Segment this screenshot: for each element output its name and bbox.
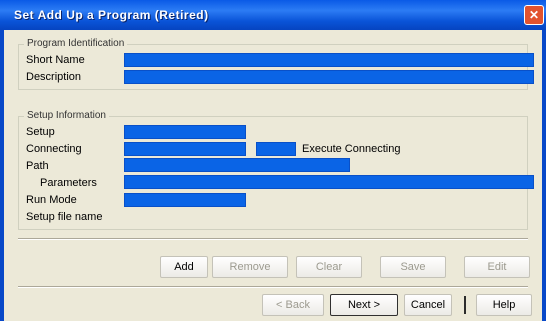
path-field[interactable]: [124, 158, 350, 172]
separator-bottom: [18, 286, 528, 288]
next-button[interactable]: Next >: [330, 294, 398, 316]
description-field[interactable]: [124, 70, 534, 84]
button-divider: [464, 296, 466, 314]
setup-file-note: Setup file name: [26, 211, 103, 223]
setup-legend: Setup Information: [24, 110, 109, 121]
connecting-label: Connecting: [26, 143, 82, 155]
separator-top: [18, 238, 528, 240]
connecting-option-field[interactable]: [256, 142, 296, 156]
save-button[interactable]: Save: [380, 256, 446, 278]
connecting-field[interactable]: [124, 142, 246, 156]
back-button[interactable]: < Back: [262, 294, 324, 316]
add-button[interactable]: Add: [160, 256, 208, 278]
clear-button[interactable]: Clear: [296, 256, 362, 278]
run-mode-field[interactable]: [124, 193, 246, 207]
window-frame-right: [542, 30, 546, 321]
window-frame-left: [0, 30, 4, 321]
title-bar: Set Add Up a Program (Retired) ✕: [0, 0, 546, 30]
setup-label: Setup: [26, 126, 55, 138]
short-name-field[interactable]: [124, 53, 534, 67]
close-icon[interactable]: ✕: [524, 5, 544, 25]
edit-button[interactable]: Edit: [464, 256, 530, 278]
window-title: Set Add Up a Program (Retired): [14, 8, 209, 22]
description-label: Description: [26, 71, 82, 83]
short-name-label: Short Name: [26, 54, 85, 66]
identification-legend: Program Identification: [24, 38, 128, 49]
parameters-label: Parameters: [40, 177, 97, 189]
run-mode-label: Run Mode: [26, 194, 77, 206]
execute-connecting-label: Execute Connecting: [302, 143, 401, 155]
cancel-button[interactable]: Cancel: [404, 294, 452, 316]
remove-button[interactable]: Remove: [212, 256, 288, 278]
setup-field[interactable]: [124, 125, 246, 139]
path-label: Path: [26, 160, 49, 172]
parameters-field[interactable]: [124, 175, 534, 189]
help-button[interactable]: Help: [476, 294, 532, 316]
